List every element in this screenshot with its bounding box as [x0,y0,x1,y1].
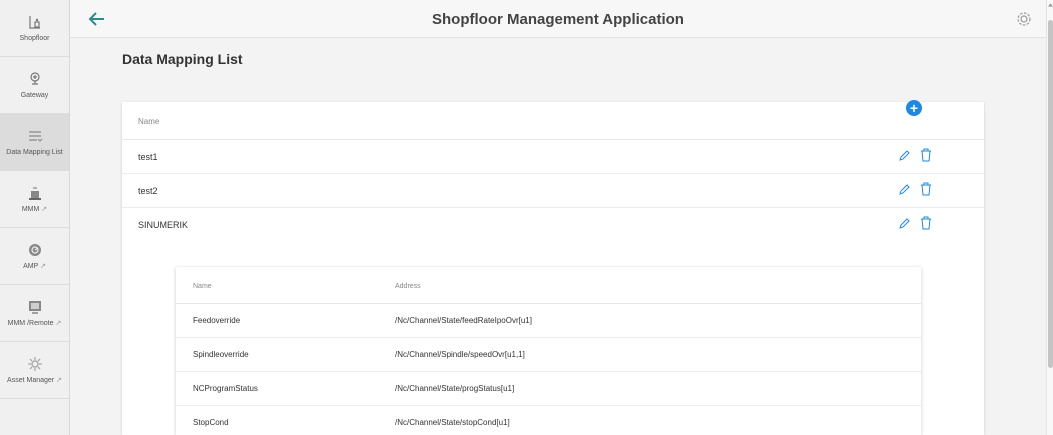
column-header-address: Address [395,283,421,290]
asset-manager-icon [27,356,42,371]
cell-address: /Nc/Channel/State/progStatus[u1] [395,384,515,393]
sidebar-item-shopfloor[interactable]: Shopfloor [0,0,69,57]
sidebar-item-label: Shopfloor [19,34,50,42]
external-link-icon: ↗ [55,319,62,327]
scroll-thumb[interactable] [1048,20,1053,368]
table-row[interactable]: StopCond /Nc/Channel/State/stopCond[u1] [176,406,921,435]
trash-icon[interactable] [919,215,933,231]
table-row[interactable]: NCProgramStatus /Nc/Channel/State/progSt… [176,372,921,406]
table-row[interactable]: SINUMERIK [122,208,984,242]
cell-name: Feedoverride [193,316,241,325]
external-link-icon: ↗ [40,262,46,270]
shopfloor-icon [28,15,40,29]
column-header-name: Name [138,117,160,126]
row-name: SINUMERIK [138,220,189,230]
gateway-icon [29,71,40,85]
table-row[interactable]: test2 [122,174,984,208]
sidebar-item-asset-manager[interactable]: Asset Manager ↗ [0,342,69,399]
sidebar-item-label: Data Mapping List [6,148,63,156]
sidebar-item-label: MMM /Remote ↗ [7,319,62,327]
add-button[interactable]: + [906,100,922,116]
sidebar-item-label: Gateway [20,91,49,99]
amp-icon [28,243,41,256]
external-link-icon: ↗ [56,376,62,384]
sidebar-item-label: Asset Manager ↗ [7,376,62,384]
trash-icon[interactable] [919,147,933,163]
cell-name: StopCond [193,418,229,427]
cell-address: /Nc/Channel/State/stopCond[u1] [395,418,510,427]
pencil-icon[interactable] [897,182,912,197]
sidebar: Shopfloor Gateway Data Mapping List MMM … [0,0,70,435]
sidebar-item-mmm-remote[interactable]: MMM /Remote ↗ [0,285,69,342]
pencil-icon[interactable] [897,216,912,231]
table-header: Name [122,102,984,140]
monitor-icon [28,300,41,314]
row-name: test2 [138,186,158,196]
sidebar-item-mmm[interactable]: MMM ↗ [0,171,69,228]
table-row[interactable]: Feedoverride /Nc/Channel/State/feedRateI… [176,304,921,338]
cell-name: NCProgramStatus [193,384,258,393]
sidebar-item-amp[interactable]: AMP ↗ [0,228,69,285]
pencil-icon[interactable] [897,148,912,163]
list-icon [28,130,42,142]
scrollbar[interactable] [1046,0,1053,435]
table-header: Name Address [176,267,921,304]
page-title: Data Mapping List [122,51,243,67]
sidebar-item-data-mapping-list[interactable]: Data Mapping List [0,114,69,171]
row-name: test1 [138,152,158,162]
mmm-icon [28,186,41,200]
table-row[interactable]: test1 [122,140,984,174]
table-row[interactable]: Spindleoverride /Nc/Channel/Spindle/spee… [176,338,921,372]
gear-icon[interactable] [1016,11,1032,27]
scroll-up-arrow-icon[interactable] [1048,2,1053,8]
external-link-icon: ↗ [41,205,48,213]
app-header: Shopfloor Management Application [70,0,1046,38]
cell-address: /Nc/Channel/Spindle/speedOvr[u1,1] [395,350,525,359]
column-header-name: Name [193,283,212,290]
cell-name: Spindleoverride [193,350,249,359]
cell-address: /Nc/Channel/State/feedRateIpoOvr[u1] [395,316,532,325]
app-title: Shopfloor Management Application [432,11,684,28]
sidebar-item-gateway[interactable]: Gateway [0,57,69,114]
mapping-detail-table: Name Address Feedoverride /Nc/Channel/St… [176,267,921,435]
sidebar-item-label: MMM ↗ [21,205,48,213]
sidebar-item-label: AMP ↗ [23,262,46,270]
trash-icon[interactable] [919,181,933,197]
